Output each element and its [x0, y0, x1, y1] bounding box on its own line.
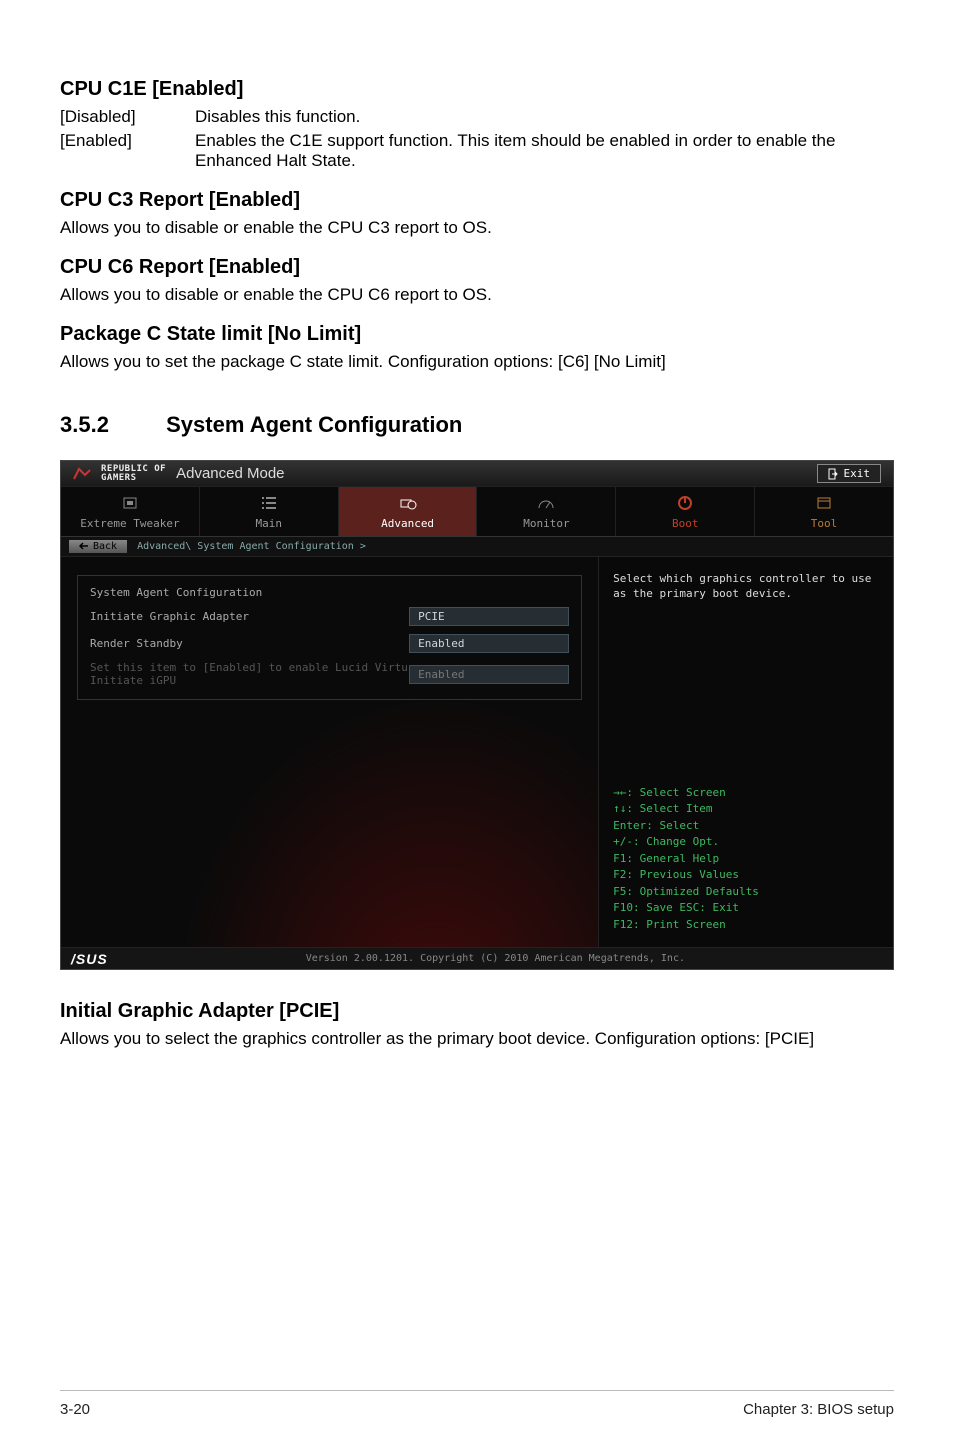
footer-divider [60, 1390, 894, 1391]
chapter-label: Chapter 3: BIOS setup [743, 1401, 894, 1418]
vendor-logo: /SUS [71, 951, 108, 967]
heading-pkg-cstate: Package C State limit [No Limit] [60, 323, 894, 346]
exit-button[interactable]: Exit [817, 464, 882, 483]
row-value[interactable]: PCIE [409, 607, 569, 626]
tab-tool[interactable]: Tool [755, 487, 893, 536]
desc-cpu-c6: Allows you to disable or enable the CPU … [60, 285, 894, 305]
option-desc-enabled: Enables the C1E support function. This i… [195, 131, 894, 171]
page-number: 3-20 [60, 1401, 90, 1418]
brand-text: REPUBLIC OFGAMERS [101, 465, 166, 483]
tab-main[interactable]: Main [200, 487, 339, 536]
tab-monitor[interactable]: Monitor [477, 487, 616, 536]
copyright-text: Version 2.00.1201. Copyright (C) 2010 Am… [306, 953, 685, 964]
option-key-disabled: [Disabled] [60, 107, 195, 127]
rog-logo-icon [73, 467, 91, 481]
tool-icon [755, 495, 893, 513]
bios-settings-panel: System Agent Configuration Initiate Grap… [61, 557, 598, 947]
tab-boot[interactable]: Boot [616, 487, 755, 536]
row-hint-label: Set this item to [Enabled] to enable Luc… [90, 661, 408, 687]
heading-cpu-c6: CPU C6 Report [Enabled] [60, 256, 894, 279]
desc-pkg-cstate: Allows you to set the package C state li… [60, 352, 894, 372]
row-label: Render Standby [90, 637, 183, 650]
tab-extreme-tweaker[interactable]: Extreme Tweaker [61, 487, 200, 536]
heading-cpu-c3: CPU C3 Report [Enabled] [60, 189, 894, 212]
back-arrow-icon [79, 541, 89, 552]
row-value: Enabled [409, 665, 569, 684]
row-label: Initiate Graphic Adapter [90, 610, 249, 623]
option-key-enabled: [Enabled] [60, 131, 195, 171]
section-number: 3.5.2 [60, 412, 160, 438]
breadcrumb: Advanced\ System Agent Configuration > [137, 541, 366, 552]
row-render-standby[interactable]: Render Standby Enabled [90, 634, 569, 653]
exit-icon [828, 467, 838, 480]
bios-titlebar: REPUBLIC OFGAMERS Advanced Mode Exit [61, 461, 893, 487]
heading-cpu-c1e: CPU C1E [Enabled] [60, 78, 894, 101]
desc-initial-graphic-adapter: Allows you to select the graphics contro… [60, 1029, 894, 1049]
chip-icon [61, 495, 199, 513]
gauge-icon [477, 495, 615, 513]
desc-cpu-c3: Allows you to disable or enable the CPU … [60, 218, 894, 238]
row-initiate-igpu: Set this item to [Enabled] to enable Luc… [90, 661, 569, 687]
help-text: Select which graphics controller to use … [613, 571, 879, 602]
option-desc-disabled: Disables this function. [195, 107, 894, 127]
row-value[interactable]: Enabled [409, 634, 569, 653]
tab-advanced[interactable]: Advanced [339, 487, 478, 536]
bios-tabs: Extreme Tweaker Main Advanced Monitor Bo… [61, 487, 893, 537]
section-heading: 3.5.2 System Agent Configuration [60, 412, 894, 438]
bios-window: REPUBLIC OFGAMERS Advanced Mode Exit Ext… [60, 460, 894, 970]
list-icon [200, 495, 338, 513]
heading-initial-graphic-adapter: Initial Graphic Adapter [PCIE] [60, 1000, 894, 1023]
gear-icon [339, 495, 477, 513]
power-icon [616, 495, 754, 513]
section-title: System Agent Configuration [166, 412, 462, 437]
key-help: →←: Select Screen ↑↓: Select Item Enter:… [613, 785, 879, 934]
back-button[interactable]: Back [69, 540, 127, 553]
mode-label: Advanced Mode [176, 465, 284, 482]
row-initiate-graphic-adapter[interactable]: Initiate Graphic Adapter PCIE [90, 607, 569, 626]
group-title: System Agent Configuration [90, 586, 569, 599]
exit-label: Exit [844, 467, 871, 480]
